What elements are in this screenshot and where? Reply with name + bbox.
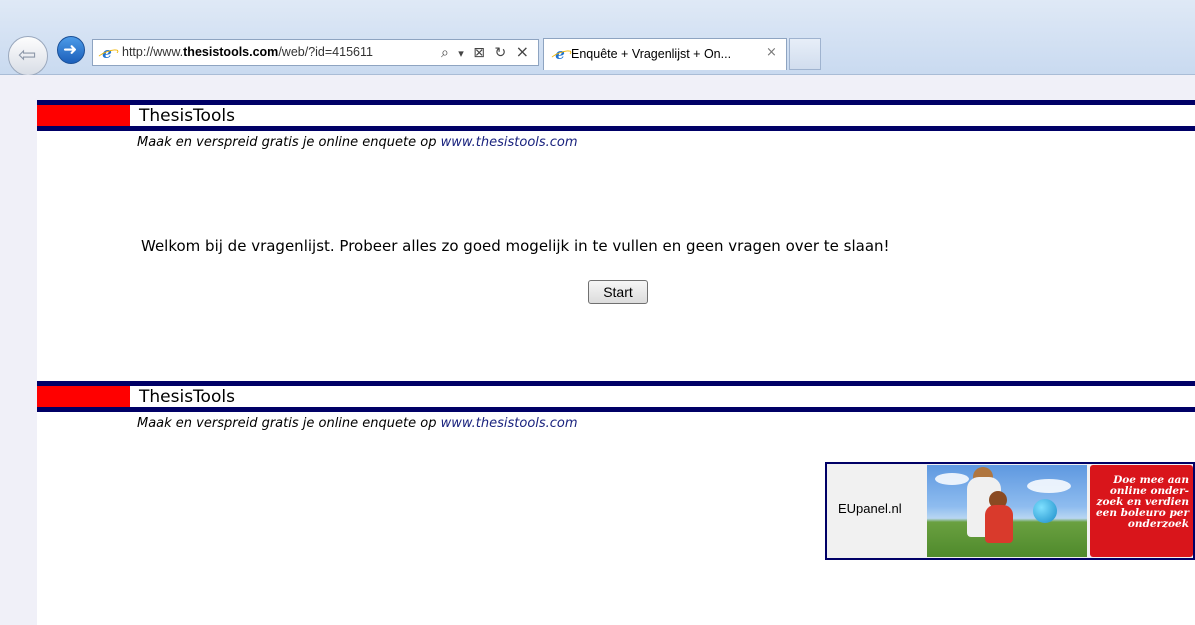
- forward-button[interactable]: ➜: [57, 36, 85, 64]
- search-icon[interactable]: ⌕: [441, 45, 449, 61]
- chevron-down-icon[interactable]: ▾: [458, 47, 464, 60]
- ad-slogan: Doe mee aan online onder- zoek en verdie…: [1095, 474, 1189, 530]
- address-tools: ⌕ ▾ ⊠ ↻ ×: [441, 42, 534, 61]
- back-arrow-icon: ⇦: [18, 43, 37, 68]
- eupanel-ad[interactable]: EUpanel.nl Doe mee aan online onder- zoe…: [825, 462, 1195, 560]
- header-tagline: Maak en verspreid gratis je online enque…: [137, 135, 578, 150]
- stop-icon[interactable]: ×: [516, 42, 529, 61]
- banner-red-block: [37, 386, 130, 407]
- browser-tab-active[interactable]: e Enquête + Vragenlijst + On... ×: [543, 38, 787, 70]
- tab-title: Enquête + Vragenlijst + On...: [571, 47, 732, 61]
- ie-tab-icon: e: [552, 46, 568, 62]
- url-prefix: http://www.: [122, 45, 184, 59]
- refresh-icon[interactable]: ↻: [494, 45, 506, 61]
- page-left-gutter: [0, 75, 37, 625]
- compatibility-view-icon[interactable]: ⊠: [473, 45, 485, 61]
- ad-photo: [927, 465, 1087, 557]
- thesistools-link[interactable]: www.thesistools.com: [441, 135, 578, 150]
- url-path: /web/?id=415611: [278, 45, 373, 59]
- start-button[interactable]: Start: [588, 280, 648, 304]
- footer-banner: ThesisTools: [37, 381, 1195, 412]
- banner-title: ThesisTools: [139, 387, 235, 407]
- browser-toolbar: ⇦ ➜ e http://www.thesistools.com/web/?id…: [0, 0, 1195, 76]
- new-tab-button[interactable]: [789, 38, 821, 70]
- ad-slogan-box: Doe mee aan online onder- zoek en verdie…: [1090, 465, 1193, 557]
- footer-tagline: Maak en verspreid gratis je online enque…: [137, 416, 578, 431]
- banner-line-top: [37, 381, 1195, 386]
- address-url[interactable]: http://www.thesistools.com/web/?id=41561…: [122, 45, 373, 59]
- tagline-text: Maak en verspreid gratis je online enque…: [137, 135, 441, 150]
- page-top-margin: [37, 75, 1195, 100]
- ad-label: EUpanel.nl: [838, 501, 902, 516]
- ie-page-icon: e: [99, 45, 115, 61]
- forward-arrow-icon: ➜: [63, 40, 78, 60]
- url-domain: thesistools.com: [183, 45, 279, 59]
- thesistools-link[interactable]: www.thesistools.com: [441, 416, 578, 431]
- banner-line-top: [37, 100, 1195, 105]
- ball-icon: [1033, 499, 1057, 523]
- child-icon: [985, 505, 1013, 543]
- close-tab-icon[interactable]: ×: [766, 45, 777, 60]
- welcome-text: Welkom bij de vragenlijst. Probeer alles…: [141, 237, 890, 255]
- banner-line-bottom: [37, 126, 1195, 131]
- banner-red-block: [37, 105, 130, 126]
- page-viewport: ThesisTools Maak en verspreid gratis je …: [0, 75, 1195, 625]
- banner-line-bottom: [37, 407, 1195, 412]
- back-button[interactable]: ⇦: [8, 36, 48, 76]
- header-banner: ThesisTools: [37, 100, 1195, 131]
- tagline-text: Maak en verspreid gratis je online enque…: [137, 416, 441, 431]
- address-bar[interactable]: e http://www.thesistools.com/web/?id=415…: [92, 39, 539, 66]
- banner-title: ThesisTools: [139, 106, 235, 126]
